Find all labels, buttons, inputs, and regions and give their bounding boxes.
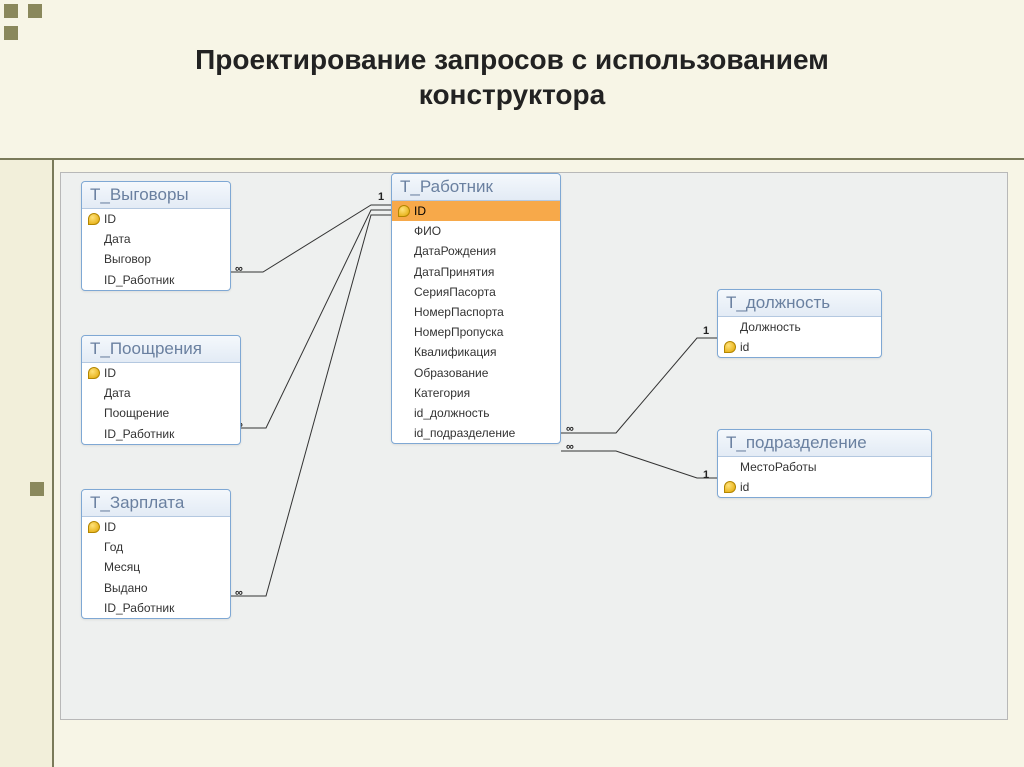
table-row[interactable]: ID_Работник (82, 270, 230, 290)
table-row[interactable]: Образование (392, 363, 560, 383)
table-row[interactable]: id_подразделение (392, 423, 560, 443)
corner-square-3 (4, 26, 18, 40)
table-row[interactable]: id_должность (392, 403, 560, 423)
table-row[interactable]: id (718, 477, 931, 497)
table-row[interactable]: Дата (82, 229, 230, 249)
cardinality-many-5: ∞ (566, 441, 574, 453)
table-row[interactable]: Год (82, 537, 230, 557)
table-row[interactable]: НомерПаспорта (392, 302, 560, 322)
table-row[interactable]: ID_Работник (82, 424, 240, 444)
slide-title: Проектирование запросов с использованием… (0, 42, 1024, 112)
cardinality-many-4: ∞ (566, 423, 574, 435)
table-title-pooshreniya: Т_Поощрения (82, 336, 240, 363)
table-row[interactable]: ID_Работник (82, 598, 230, 618)
table-title-podrazdelenie: Т_подразделение (718, 430, 931, 457)
corner-square-2 (28, 4, 42, 18)
title-line-1: Проектирование запросов с использованием (195, 44, 829, 75)
table-row[interactable]: Дата (82, 383, 240, 403)
title-line-2: конструктора (419, 79, 605, 110)
table-row[interactable]: ID (392, 201, 560, 221)
table-podrazdelenie[interactable]: Т_подразделение МестоРаботы id (717, 429, 932, 498)
cardinality-many-1: ∞ (235, 263, 243, 275)
table-row[interactable]: Должность (718, 317, 881, 337)
table-row[interactable]: Выдано (82, 578, 230, 598)
table-row[interactable]: ID (82, 363, 240, 383)
table-row[interactable]: НомерПропуска (392, 322, 560, 342)
corner-square-1 (4, 4, 18, 18)
table-row[interactable]: МестоРаботы (718, 457, 931, 477)
table-row[interactable]: Категория (392, 383, 560, 403)
cardinality-one-1: 1 (378, 191, 384, 203)
table-row[interactable]: Квалификация (392, 342, 560, 362)
table-vygovory[interactable]: Т_Выговоры ID Дата Выговор ID_Работник (81, 181, 231, 291)
table-row[interactable]: ДатаПринятия (392, 262, 560, 282)
table-title-rabotnik: Т_Работник (392, 174, 560, 201)
table-row[interactable]: ФИО (392, 221, 560, 241)
table-title-vygovory: Т_Выговоры (82, 182, 230, 209)
cardinality-one-2: 1 (703, 325, 709, 337)
table-zarplata[interactable]: Т_Зарплата ID Год Месяц Выдано ID_Работн… (81, 489, 231, 619)
slide-left-rule (0, 160, 54, 767)
table-row[interactable]: ID (82, 517, 230, 537)
table-pooshreniya[interactable]: Т_Поощрения ID Дата Поощрение ID_Работни… (81, 335, 241, 445)
table-row[interactable]: ДатаРождения (392, 241, 560, 261)
table-row[interactable]: Поощрение (82, 403, 240, 423)
table-row[interactable]: Месяц (82, 557, 230, 577)
table-row[interactable]: id (718, 337, 881, 357)
table-title-zarplata: Т_Зарплата (82, 490, 230, 517)
table-dolzhnost[interactable]: Т_должность Должность id (717, 289, 882, 358)
table-title-dolzhnost: Т_должность (718, 290, 881, 317)
side-square (30, 482, 44, 496)
table-row[interactable]: ID (82, 209, 230, 229)
query-designer-canvas[interactable]: ∞ ∞ ∞ 1 ∞ ∞ 1 1 Т_Выговоры ID Дата Выгов… (60, 172, 1008, 720)
table-row[interactable]: СерияПасорта (392, 282, 560, 302)
table-row[interactable]: Выговор (82, 249, 230, 269)
table-rabotnik[interactable]: Т_Работник ID ФИО ДатаРождения ДатаПриня… (391, 173, 561, 444)
cardinality-one-3: 1 (703, 469, 709, 481)
cardinality-many-3: ∞ (235, 587, 243, 599)
